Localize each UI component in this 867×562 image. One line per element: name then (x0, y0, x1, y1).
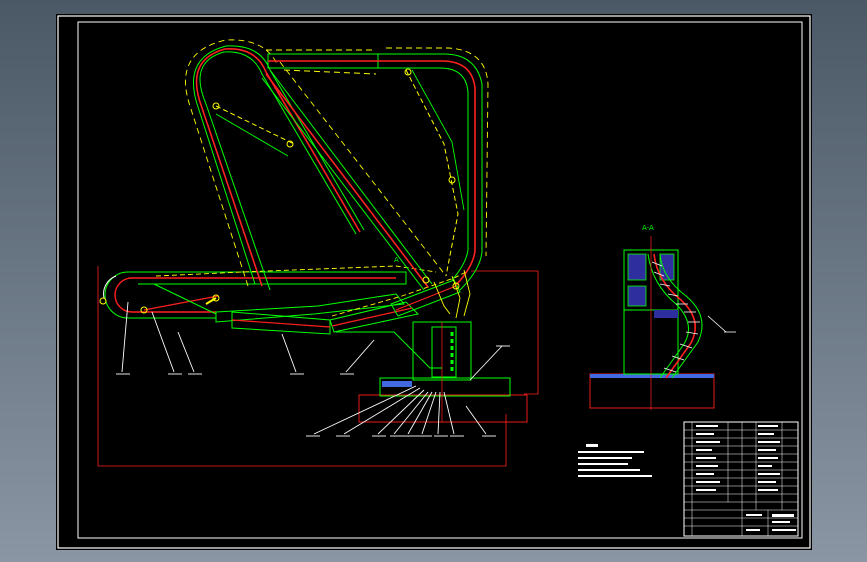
arm-3-pipe (231, 319, 331, 328)
base-red-box (358, 394, 528, 423)
technical-notes (578, 444, 652, 477)
boom-mid-inner (261, 77, 425, 291)
boom-mid-hidden (279, 61, 447, 277)
boom-mid-pipe (265, 73, 429, 288)
cad-drawing-viewport[interactable]: A A-A (56, 14, 812, 550)
drawing-sheet: A A-A (57, 15, 811, 549)
frame-outline (471, 270, 539, 395)
section-block-lower (627, 285, 647, 307)
boom-right-pipe (378, 60, 476, 286)
cylinder-2-body (215, 113, 289, 157)
pipe-outlet (99, 297, 107, 305)
fold-link (153, 283, 217, 315)
boom-top-hidden-2 (283, 69, 377, 75)
section-block-left (627, 253, 647, 281)
hidden-line-arm-1 (155, 265, 437, 277)
section-view-aa: A-A (589, 224, 736, 410)
support-arm (336, 331, 442, 369)
inner-frame (77, 21, 803, 539)
hub-hidden-lines (433, 269, 471, 319)
base-plate (382, 381, 412, 387)
arm-2-outline (215, 293, 405, 323)
main-elevation-view: A (97, 39, 539, 467)
section-block-mid (654, 310, 678, 318)
boom-mid-outer (269, 69, 433, 285)
boom-inner-link (411, 69, 465, 211)
arm-1-hook (104, 271, 216, 319)
title-block (683, 421, 799, 537)
arm-4-pipe (395, 285, 457, 311)
view-marker-a: A (394, 256, 399, 264)
section-ground-plate (590, 374, 714, 378)
cylinder-2 (215, 105, 295, 145)
boom-right-outer (378, 53, 483, 291)
boom-pins (140, 68, 460, 314)
section-leader (707, 315, 727, 333)
section-foundation (589, 373, 715, 409)
section-title: A-A (642, 224, 654, 232)
boom-inner-hidden (405, 69, 459, 277)
